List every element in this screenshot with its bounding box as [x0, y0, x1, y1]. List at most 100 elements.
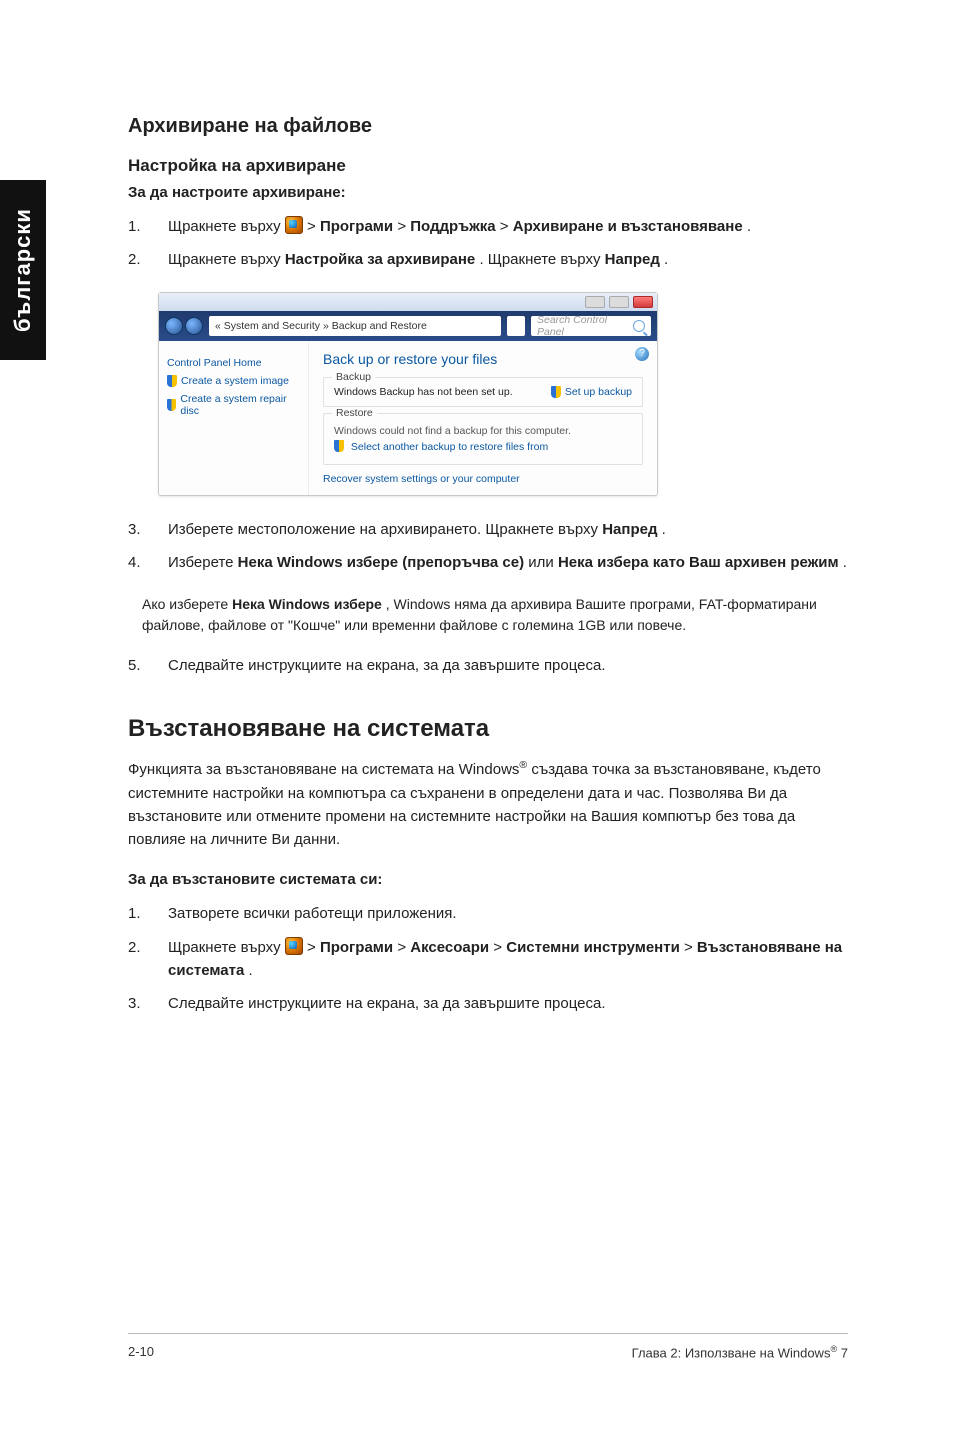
ui-label: Напред: [602, 521, 657, 538]
maximize-button[interactable]: [609, 296, 629, 308]
start-orb-icon: [285, 937, 303, 955]
menu-path-item: Програми: [320, 218, 393, 235]
text-fragment: >: [307, 218, 320, 235]
text-fragment: Изберете местоположение на архивирането.…: [168, 521, 602, 538]
step-text: Следвайте инструкциите на екрана, за да …: [168, 654, 848, 677]
search-box[interactable]: Search Control Panel: [531, 316, 651, 336]
restore-status: Windows could not find a backup for this…: [334, 425, 632, 437]
window-titlebar: [159, 293, 657, 311]
text-fragment: Изберете: [168, 554, 238, 571]
step-number: 1.: [128, 902, 168, 925]
step-text: Щракнете върху Настройка за архивиране .…: [168, 248, 848, 271]
menu-path-item: Архивиране и възстановяване: [513, 218, 743, 235]
minimize-button[interactable]: [585, 296, 605, 308]
group-label: Backup: [332, 371, 375, 383]
step-number: 3.: [128, 992, 168, 1015]
page-footer: 2-10 Глава 2: Използване на Windows® 7: [128, 1333, 848, 1360]
page-number: 2-10: [128, 1344, 154, 1360]
archiving-steps-final: 5. Следвайте инструкциите на екрана, за …: [128, 654, 848, 677]
menu-path-item: Програми: [320, 939, 393, 956]
step-number: 5.: [128, 654, 168, 677]
step-number: 3.: [128, 518, 168, 541]
step-text: Изберете местоположение на архивирането.…: [168, 518, 848, 541]
menu-path-item: Системни инструменти: [506, 939, 680, 956]
sidebar-link-create-image[interactable]: Create a system image: [167, 375, 300, 387]
restore-select-link[interactable]: Select another backup to restore files f…: [334, 440, 632, 453]
text-fragment: 7: [837, 1345, 848, 1360]
text-fragment: .: [662, 521, 666, 538]
forward-button[interactable]: [185, 317, 203, 335]
shield-icon: [334, 440, 344, 452]
text-fragment: . Щракнете върху: [479, 251, 604, 268]
step-text: Щракнете върху > Програми > Поддръжка > …: [168, 215, 848, 238]
step-text: Затворете всички работещи приложения.: [168, 902, 848, 925]
set-up-backup-link[interactable]: Set up backup: [551, 386, 632, 398]
note-text: Ако изберете Нека Windows избере , Windo…: [142, 594, 848, 636]
text-fragment: >: [684, 939, 697, 956]
chapter-label: Глава 2: Използване на Windows® 7: [632, 1344, 848, 1360]
ui-label: Нека избера като Ваш архивен режим: [558, 554, 839, 571]
start-orb-icon: [285, 216, 303, 234]
text-fragment: Функцията за възстановяване на системата…: [128, 761, 519, 778]
shield-icon: [167, 399, 176, 411]
page-content: Архивиране на файлове Настройка на архив…: [128, 115, 848, 1035]
sidebar-home-link[interactable]: Control Panel Home: [167, 357, 300, 369]
language-tab: български: [0, 180, 46, 360]
step-text: Следвайте инструкциите на екрана, за да …: [168, 992, 848, 1015]
ui-label: Нека Windows избере: [232, 596, 382, 612]
text-fragment: .: [747, 218, 751, 235]
window-body: Control Panel Home Create a system image…: [159, 341, 657, 495]
text-fragment: Ако изберете: [142, 596, 232, 612]
search-placeholder: Search Control Panel: [537, 314, 633, 338]
text-fragment: Щракнете върху: [168, 939, 285, 956]
refresh-button[interactable]: [507, 316, 525, 336]
window-sidebar: Control Panel Home Create a system image…: [159, 341, 309, 495]
restore-lead: За да възстановите системата си:: [128, 871, 848, 888]
text-fragment: >: [493, 939, 506, 956]
step-number: 1.: [128, 215, 168, 238]
backup-status: Windows Backup has not been set up.: [334, 386, 513, 398]
nav-arrows: [165, 317, 203, 335]
menu-path-item: Поддръжка: [410, 218, 495, 235]
text-fragment: или: [528, 554, 558, 571]
text-fragment: >: [397, 218, 410, 235]
window-nav-bar: « System and Security » Backup and Resto…: [159, 311, 657, 341]
restore-paragraph: Функцията за възстановяване на системата…: [128, 757, 848, 851]
text-fragment: .: [664, 251, 668, 268]
registered-mark: ®: [519, 759, 527, 771]
recover-system-link[interactable]: Recover system settings or your computer: [323, 473, 643, 485]
ui-label: Нека Windows избере (препоръчва се): [238, 554, 524, 571]
shield-icon: [167, 375, 177, 387]
restore-group: Restore Windows could not find a backup …: [323, 413, 643, 465]
text-fragment: .: [249, 962, 253, 979]
window-frame: « System and Security » Backup and Resto…: [158, 292, 658, 496]
step-number: 2.: [128, 936, 168, 983]
text-fragment: Щракнете върху: [168, 218, 285, 235]
text-fragment: >: [307, 939, 320, 956]
shield-icon: [551, 386, 561, 398]
text-fragment: >: [397, 939, 410, 956]
text-fragment: Щракнете върху: [168, 251, 285, 268]
step-number: 4.: [128, 551, 168, 574]
embedded-screenshot: « System and Security » Backup and Resto…: [158, 292, 848, 496]
text-fragment: Глава 2: Използване на Windows: [632, 1345, 831, 1360]
archiving-steps-cont: 3. Изберете местоположение на архивиране…: [128, 518, 848, 575]
backup-group: Backup Windows Backup has not been set u…: [323, 377, 643, 407]
text-fragment: .: [843, 554, 847, 571]
link-label: Create a system image: [181, 375, 289, 387]
step-text: Щракнете върху > Програми > Аксесоари > …: [168, 936, 848, 983]
step-number: 2.: [128, 248, 168, 271]
link-label: Select another backup to restore files f…: [351, 441, 548, 453]
close-button[interactable]: [633, 296, 653, 308]
link-label: Create a system repair disc: [180, 393, 300, 417]
sidebar-link-create-disc[interactable]: Create a system repair disc: [167, 393, 300, 417]
back-button[interactable]: [165, 317, 183, 335]
ui-label: Настройка за архивиране: [285, 251, 475, 268]
main-heading: Back up or restore your files: [323, 351, 643, 367]
section-archiving-subtitle: Настройка на архивиране: [128, 156, 848, 176]
breadcrumb-path[interactable]: « System and Security » Backup and Resto…: [209, 316, 501, 336]
help-icon[interactable]: ?: [635, 347, 649, 361]
restore-steps: 1. Затворете всички работещи приложения.…: [128, 902, 848, 1015]
archiving-steps: 1. Щракнете върху > Програми > Поддръжка…: [128, 215, 848, 272]
ui-label: Напред: [605, 251, 660, 268]
